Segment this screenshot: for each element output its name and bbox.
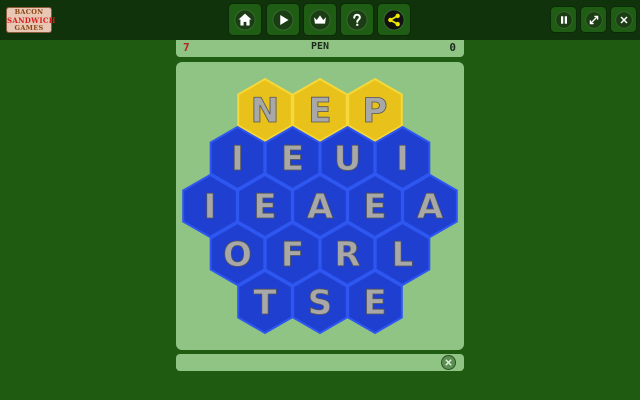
pause-icon [554, 10, 573, 29]
hex-tile-letter: I [204, 187, 217, 227]
hex-tile-letter: A [417, 187, 444, 227]
current-word: PEN [310, 41, 330, 52]
score-value: 0 [449, 41, 456, 54]
hex-tile-letter: F [281, 235, 304, 275]
play-icon [272, 8, 294, 31]
hex-tile-letter: N [251, 91, 279, 131]
question-icon [346, 8, 368, 31]
hex-tile-letter: S [308, 283, 333, 323]
hex-tile-letter: P [363, 91, 388, 131]
fullscreen-button[interactable] [580, 6, 607, 33]
hex-tile-letter: L [392, 235, 414, 275]
hex-tile-letter: E [308, 91, 331, 131]
bacon-sandwich-games-logo[interactable]: BACON SANDWICH GAMES [6, 7, 56, 33]
hex-tile-letter: E [253, 187, 276, 227]
clear-icon [445, 359, 452, 366]
share-icon [383, 8, 405, 31]
share-button[interactable] [377, 3, 411, 36]
home-button[interactable] [228, 3, 262, 36]
hex-tile-letter: I [231, 139, 244, 179]
close-button[interactable] [610, 6, 637, 33]
hex-tile-letter: E [363, 283, 386, 323]
logo-line-1: BACON [14, 8, 44, 16]
hex-tile-letter: E [281, 139, 304, 179]
hex-tile-letter: O [223, 235, 252, 275]
pause-button[interactable] [550, 6, 577, 33]
hex-tile-letter: U [334, 139, 362, 179]
hex-tile-letter: E [363, 187, 386, 227]
hex-tile-letter: R [334, 235, 360, 275]
close-icon [614, 10, 633, 29]
resize-icon [584, 10, 603, 29]
help-button[interactable] [340, 3, 374, 36]
word-input-bar [176, 354, 464, 371]
logo-line-3: GAMES [14, 24, 44, 32]
leaderboard-button[interactable] [303, 3, 337, 36]
hex-board: NEPIEUIIEAEAOFRLTSE [176, 62, 464, 350]
score-bar: 7 PEN 0 [176, 40, 464, 57]
hex-tile-letter: I [396, 139, 409, 179]
hex-tile-letter: T [253, 283, 277, 323]
crown-icon [309, 8, 331, 31]
hex-grid: N E PI E U II E A E AO F R LT S E [182, 77, 458, 335]
play-button[interactable] [266, 3, 300, 36]
home-icon [234, 8, 256, 31]
hex-tile-letter: A [307, 187, 334, 227]
logo-line-2: SANDWICH [7, 16, 56, 25]
top-toolbar: BACON SANDWICH GAMES [0, 0, 640, 40]
clear-word-button[interactable] [441, 355, 456, 370]
